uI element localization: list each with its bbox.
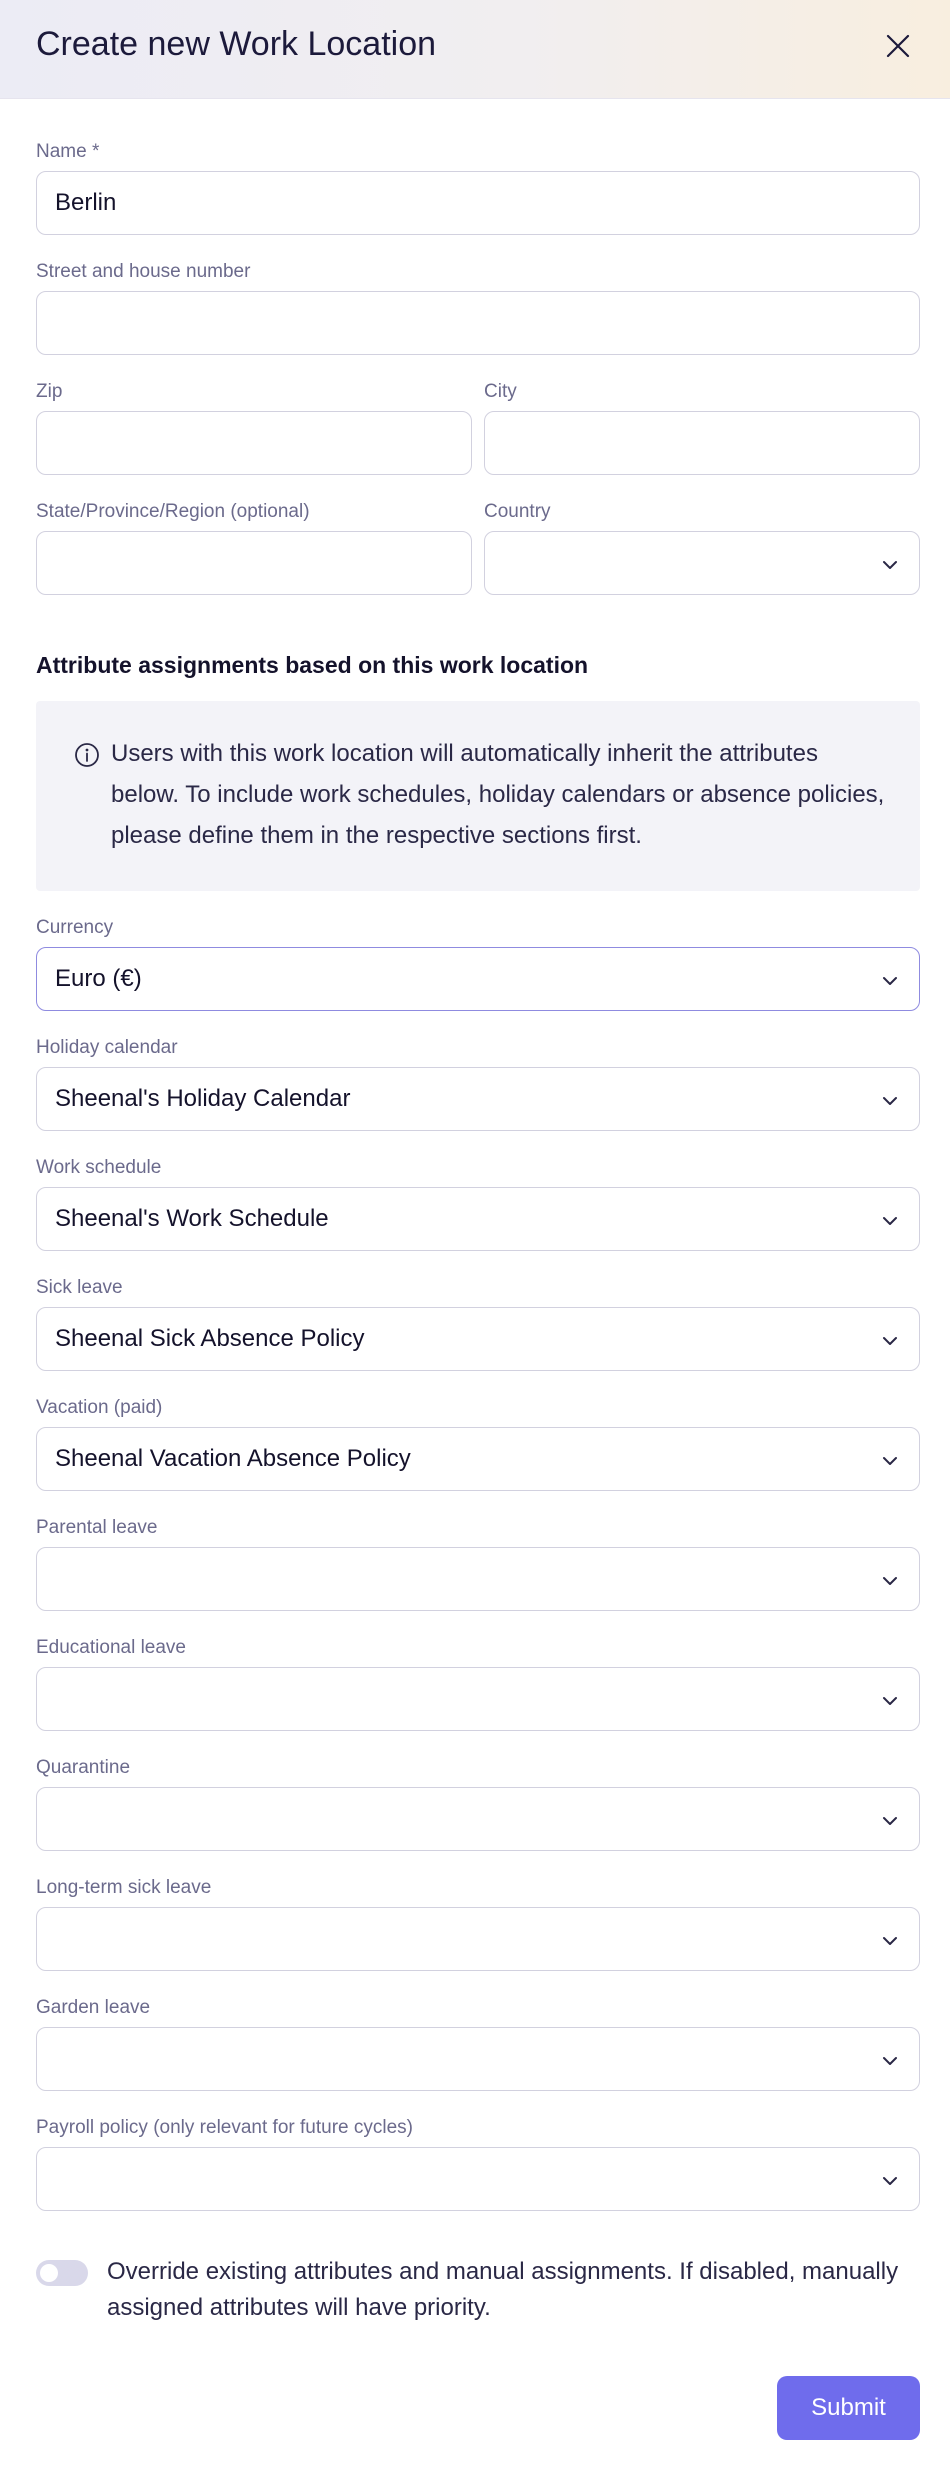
override-text: Override existing attributes and manual …	[107, 2258, 899, 2321]
payroll-policy-label: Payroll policy (only relevant for future…	[36, 2117, 413, 2138]
currency-value: Euro (€)	[55, 965, 142, 992]
info-icon	[75, 743, 99, 767]
chevron-down-icon	[883, 1097, 897, 1105]
chevron-down-icon	[883, 1937, 897, 1945]
name-label: Name *	[36, 141, 100, 162]
chevron-down-icon	[883, 1697, 897, 1705]
long-term-sick-leave-label: Long-term sick leave	[36, 1877, 212, 1898]
chevron-down-icon	[883, 2057, 897, 2065]
city-input[interactable]	[484, 411, 920, 475]
chevron-down-icon	[883, 2177, 897, 2185]
holiday-calendar-value: Sheenal's Holiday Calendar	[55, 1085, 351, 1112]
name-value: Berlin	[55, 189, 117, 216]
currency-label: Currency	[36, 917, 114, 938]
chevron-down-icon	[883, 1217, 897, 1225]
work-schedule-select[interactable]: Sheenal's Work Schedule	[36, 1187, 920, 1251]
street-input[interactable]	[36, 291, 920, 355]
chevron-down-icon	[883, 1817, 897, 1825]
payroll-policy-select[interactable]	[36, 2147, 920, 2211]
close-icon	[886, 34, 910, 58]
close-button[interactable]	[878, 26, 918, 66]
state-input[interactable]	[36, 531, 472, 595]
chevron-down-icon	[883, 977, 897, 985]
educational-leave-select[interactable]	[36, 1667, 920, 1731]
garden-leave-select[interactable]	[36, 2027, 920, 2091]
sick-leave-label: Sick leave	[36, 1277, 123, 1298]
override-toggle[interactable]	[36, 2260, 88, 2286]
quarantine-label: Quarantine	[36, 1757, 131, 1778]
zip-input[interactable]	[36, 411, 472, 475]
state-label: State/Province/Region (optional)	[36, 501, 310, 522]
country-select[interactable]	[484, 531, 920, 595]
info-box: Users with this work location will autom…	[36, 701, 920, 891]
work-schedule-value: Sheenal's Work Schedule	[55, 1205, 329, 1232]
chevron-down-icon	[883, 561, 897, 569]
long-term-sick-leave-select[interactable]	[36, 1907, 920, 1971]
sick-leave-value: Sheenal Sick Absence Policy	[55, 1325, 365, 1352]
city-label: City	[484, 381, 517, 402]
name-input[interactable]: Berlin	[36, 171, 920, 235]
work-schedule-label: Work schedule	[36, 1157, 162, 1178]
info-text: Users with this work location will autom…	[111, 740, 885, 849]
chevron-down-icon	[883, 1457, 897, 1465]
garden-leave-label: Garden leave	[36, 1997, 151, 2018]
parental-leave-select[interactable]	[36, 1547, 920, 1611]
vacation-paid-label: Vacation (paid)	[36, 1397, 163, 1418]
attributes-section-title: Attribute assignments based on this work…	[36, 652, 589, 678]
educational-leave-label: Educational leave	[36, 1637, 186, 1658]
sick-leave-select[interactable]: Sheenal Sick Absence Policy	[36, 1307, 920, 1371]
holiday-calendar-label: Holiday calendar	[36, 1037, 178, 1058]
country-label: Country	[484, 501, 551, 522]
chevron-down-icon	[883, 1577, 897, 1585]
zip-label: Zip	[36, 381, 63, 402]
submit-button[interactable]: Submit	[777, 2376, 920, 2440]
chevron-down-icon	[883, 1337, 897, 1345]
vacation-paid-value: Sheenal Vacation Absence Policy	[55, 1445, 411, 1472]
holiday-calendar-select[interactable]: Sheenal's Holiday Calendar	[36, 1067, 920, 1131]
quarantine-select[interactable]	[36, 1787, 920, 1851]
toggle-knob	[40, 2264, 58, 2282]
street-label: Street and house number	[36, 261, 251, 282]
parental-leave-label: Parental leave	[36, 1517, 158, 1538]
dialog-title: Create new Work Location	[36, 25, 437, 63]
vacation-paid-select[interactable]: Sheenal Vacation Absence Policy	[36, 1427, 920, 1491]
dialog-header: Create new Work Location	[0, 0, 950, 99]
currency-select[interactable]: Euro (€)	[36, 947, 920, 1011]
